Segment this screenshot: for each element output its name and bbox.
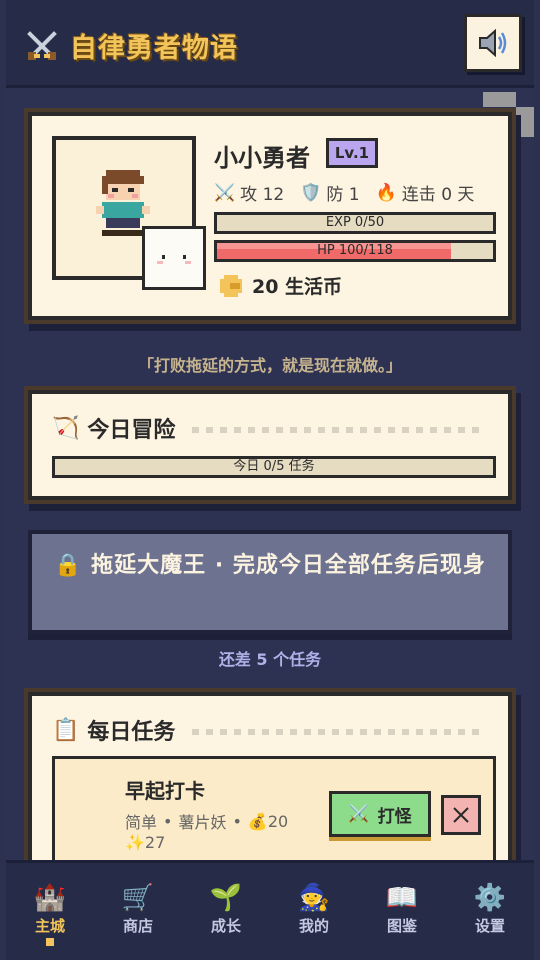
- adventure-title: 🏹 今日冒险: [52, 412, 175, 444]
- nav-item-settings[interactable]: ⚙️ 设置: [446, 863, 534, 960]
- today-adventure-panel: 🏹 今日冒险 今日 0/5 任务: [28, 390, 512, 500]
- cart-icon: 🛒: [121, 883, 155, 913]
- nav-item-growth[interactable]: 🌱 成长: [182, 863, 270, 960]
- task-meta: 简单 • 薯片妖 • 💰20: [125, 809, 288, 833]
- nav-label: 设置: [474, 917, 505, 935]
- pet-face-icon: [157, 255, 191, 264]
- hero-stats: ⚔️ 攻 12 🛡️ 防 1 🔥 连击 0 天: [214, 180, 475, 206]
- streak-value: 连击 0 天: [401, 185, 475, 205]
- fight-button-label: 打怪: [377, 806, 412, 827]
- decor-block: [516, 107, 534, 137]
- streak-stat: 🔥 连击 0 天: [375, 180, 475, 206]
- task-name: 早起打卡: [125, 779, 205, 803]
- app-title: 自律勇者物语: [70, 33, 238, 64]
- hp-bar: HP 100/118: [214, 240, 496, 262]
- coin-amount: 20 生活币: [252, 276, 343, 298]
- castle-icon: 🏰: [33, 883, 67, 913]
- nav-label: 商店: [122, 917, 153, 935]
- adventure-title-text: 今日冒险: [87, 418, 176, 443]
- fire-icon: 🔥: [375, 182, 397, 203]
- nav-item-shop[interactable]: 🛒 商店: [94, 863, 182, 960]
- bottom-nav: 🏰 主城 🛒 商店 🌱 成长 🧙 我的 📖 图鉴 ⚙️ 设置: [6, 860, 534, 960]
- defense-value: 防 1: [326, 185, 360, 205]
- remaining-tasks-text: 还差 5 个任务: [218, 650, 322, 669]
- hero-name: 小小勇者: [214, 144, 310, 172]
- app-header: 自律勇者物语: [6, 0, 534, 88]
- sword-icon: ⚔️: [214, 182, 236, 203]
- close-icon: [453, 807, 469, 823]
- task-coin-reward: 💰20: [247, 811, 289, 831]
- attack-value: 攻 12: [240, 185, 285, 205]
- active-indicator: [46, 938, 54, 946]
- nav-item-me[interactable]: 🧙 我的: [270, 863, 358, 960]
- coin-icon: [220, 274, 242, 297]
- attack-stat: ⚔️ 攻 12: [214, 180, 285, 206]
- pet-avatar[interactable]: [142, 226, 206, 290]
- nav-label: 我的: [298, 917, 329, 935]
- hp-bar-label: HP 100/118: [317, 243, 393, 258]
- bow-icon: 🏹: [52, 415, 80, 441]
- clipboard-icon: 📋: [52, 717, 80, 743]
- speaker-icon: [479, 28, 507, 58]
- decor-block: [483, 92, 516, 107]
- daily-progress-bar: 今日 0/5 任务: [52, 456, 496, 478]
- sound-toggle-button[interactable]: [464, 14, 522, 72]
- meta-separator: •: [232, 811, 242, 831]
- sword-icon: ⚔️: [348, 804, 370, 824]
- dotted-divider: [192, 427, 484, 433]
- crossed-swords-icon: [27, 31, 57, 60]
- level-badge: Lv.1: [326, 138, 378, 168]
- dotted-divider: [192, 729, 484, 735]
- meta-separator: •: [163, 811, 173, 831]
- motto-quote: 「打败拖延的方式，就是现在就做。」: [137, 356, 402, 375]
- book-icon: 📖: [385, 883, 419, 913]
- nav-item-codex[interactable]: 📖 图鉴: [358, 863, 446, 960]
- task-difficulty: 简单: [125, 813, 158, 832]
- delete-task-button[interactable]: [441, 795, 481, 835]
- daily-tasks-title-text: 每日任务: [87, 720, 176, 745]
- wizard-icon: 🧙: [297, 883, 331, 913]
- sprout-icon: 🌱: [209, 883, 243, 913]
- nav-label: 成长: [210, 917, 241, 935]
- boss-locked-banner: 🔒 拖延大魔王 · 完成今日全部任务后现身: [28, 530, 512, 634]
- defense-stat: 🛡️ 防 1: [300, 180, 360, 206]
- coin-balance: 20 生活币: [218, 272, 342, 299]
- nav-label: 主城: [34, 917, 65, 935]
- exp-bar: EXP 0/50: [214, 212, 496, 234]
- shield-icon: 🛡️: [300, 182, 322, 203]
- daily-tasks-title: 📋 每日任务: [52, 714, 175, 746]
- nav-label: 图鉴: [386, 917, 417, 935]
- gear-icon: ⚙️: [473, 883, 507, 913]
- hero-profile-card: 小小勇者 Lv.1 ⚔️ 攻 12 🛡️ 防 1 🔥 连击 0 天 EXP 0/…: [28, 112, 512, 320]
- task-monster: 薯片妖: [178, 813, 227, 832]
- nav-item-city[interactable]: 🏰 主城: [6, 863, 94, 960]
- task-xp-reward: ✨27: [125, 833, 166, 852]
- fight-button[interactable]: ⚔️ 打怪: [329, 791, 431, 837]
